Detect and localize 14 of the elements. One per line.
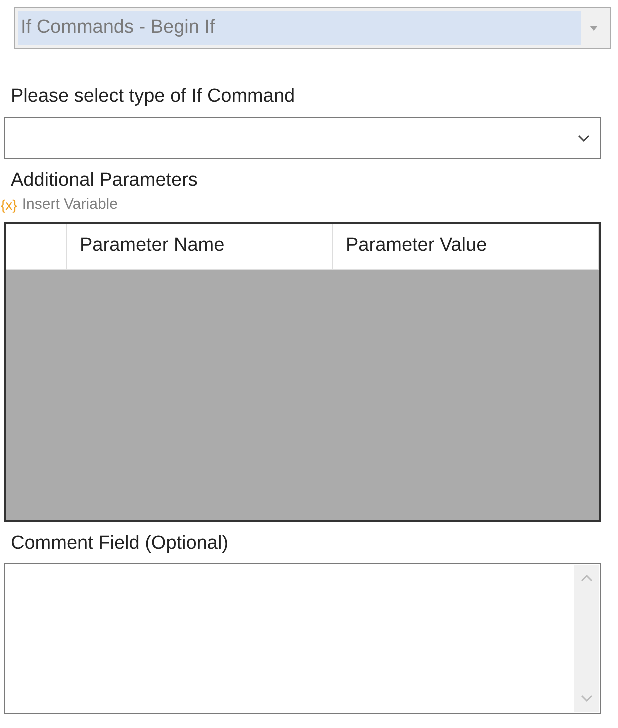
scroll-down-icon[interactable] xyxy=(580,695,592,702)
scrollbar[interactable] xyxy=(574,565,599,712)
section-label: Additional Parameters xyxy=(11,168,198,193)
scroll-up-icon[interactable] xyxy=(580,575,592,582)
column-header[interactable]: Parameter Name xyxy=(67,224,333,269)
dropdown-value: If Commands - Begin If xyxy=(21,16,216,40)
caret-icon xyxy=(590,26,598,30)
field-label: Comment Field (Optional) xyxy=(11,532,229,556)
column-header[interactable]: Parameter Value xyxy=(333,224,599,269)
if-type-select[interactable] xyxy=(4,117,601,159)
insert-variable-link[interactable]: {x} Insert Variable xyxy=(1,195,118,215)
field-label: Please select type of If Command xyxy=(11,84,296,109)
chevron-down-icon xyxy=(578,134,590,142)
comment-field[interactable] xyxy=(4,563,601,714)
